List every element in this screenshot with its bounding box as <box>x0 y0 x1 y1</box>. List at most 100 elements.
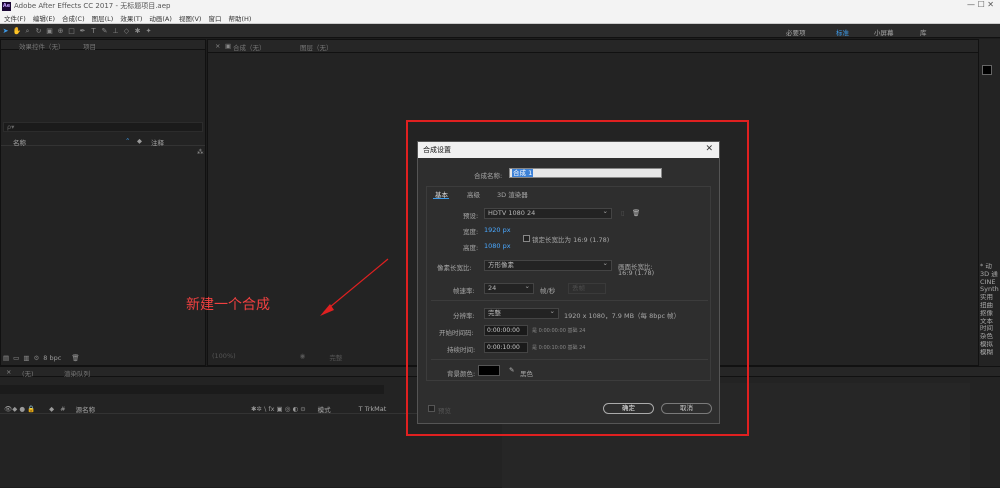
menu-edit[interactable]: 编辑(E) <box>33 13 55 23</box>
start-timecode-field[interactable]: 0:00:00:00 <box>484 325 528 336</box>
width-value[interactable]: 1920 px <box>484 226 511 234</box>
menu-composition[interactable]: 合成(C) <box>62 13 85 23</box>
bpc-label[interactable]: 8 bpc <box>43 354 61 362</box>
hand-tool-icon[interactable]: ✋ <box>13 27 22 35</box>
effect-category[interactable]: 实用 <box>980 294 1000 302</box>
tab-3d-renderer[interactable]: 3D 渲染器 <box>497 189 528 199</box>
menu-view[interactable]: 视图(V) <box>179 13 202 23</box>
project-tab[interactable]: 项目 <box>83 41 96 51</box>
column-name[interactable]: 名称 <box>13 137 26 147</box>
camera-tool-icon[interactable]: ▣ <box>46 27 54 35</box>
rotate-tool-icon[interactable]: ↻ <box>35 27 43 35</box>
menu-window[interactable]: 窗口 <box>208 13 221 23</box>
effect-category[interactable]: 模拟 <box>980 341 1000 349</box>
workspace-standard[interactable]: 标准 <box>836 27 849 37</box>
ok-button[interactable]: 确定 <box>603 403 654 414</box>
menu-file[interactable]: 文件(F) <box>4 13 26 23</box>
project-settings-icon[interactable]: ⚙ <box>33 354 39 362</box>
effect-category[interactable]: 3D 通 <box>980 271 1000 279</box>
resolution-dropdown[interactable]: 完整 <box>329 352 342 362</box>
flowchart-icon[interactable]: ⁂ <box>197 148 204 156</box>
label-icon: ◆ <box>49 404 55 413</box>
fps-unit: 帧/秒 <box>540 287 556 295</box>
effect-category[interactable]: 文本 <box>980 318 1000 326</box>
workspace-small-screen[interactable]: 小屏幕 <box>874 27 894 37</box>
effect-category[interactable]: Synth <box>980 286 1000 294</box>
lock-aspect-checkbox[interactable] <box>523 235 530 242</box>
roto-tool-icon[interactable]: ✱ <box>134 27 142 35</box>
menu-layer[interactable]: 图层(L) <box>92 13 114 23</box>
resolution-dropdown[interactable]: 完整 <box>484 307 559 319</box>
drop-frame-dropdown[interactable]: 丢帧 <box>568 283 606 294</box>
sort-arrow-icon[interactable]: ⌃ <box>125 137 130 145</box>
close-tab-icon[interactable]: × <box>6 368 11 376</box>
pen-tool-icon[interactable]: ✒ <box>79 27 87 35</box>
effect-category[interactable]: 杂色 <box>980 333 1000 341</box>
workspace-essentials[interactable]: 必要项 <box>786 27 806 37</box>
pan-behind-tool-icon[interactable]: ⊕ <box>57 27 65 35</box>
trkmat-column[interactable]: T TrkMat <box>359 405 387 413</box>
tab-advanced[interactable]: 高级 <box>467 189 480 199</box>
effect-category[interactable]: 扭曲 <box>980 302 1000 310</box>
eraser-tool-icon[interactable]: ◇ <box>123 27 131 35</box>
save-preset-icon[interactable]: ▯ <box>621 209 625 217</box>
comp-name-label: 合成名称: <box>474 172 503 180</box>
effect-category[interactable]: 抠像 <box>980 310 1000 318</box>
pixel-aspect-dropdown[interactable]: 方形像素 <box>484 259 612 271</box>
timeline-tab[interactable]: (无) <box>22 368 34 378</box>
workspace-library[interactable]: 库 <box>920 27 927 37</box>
magnification-dropdown[interactable]: (100%) <box>212 352 236 362</box>
preview-checkbox[interactable] <box>428 405 435 412</box>
project-search-input[interactable]: ρ▾ <box>7 123 14 131</box>
height-value[interactable]: 1080 px <box>484 242 511 250</box>
delete-preset-icon[interactable]: 🗑 <box>632 209 640 217</box>
new-folder-icon[interactable]: ▭ <box>13 354 19 362</box>
switches-icons[interactable]: ✱✲ \ fx ▣ ◎ ◐ ⊙ <box>251 405 306 413</box>
start-timecode-label: 开始时间码: <box>439 329 474 337</box>
comp-name-value[interactable]: 合成 1 <box>512 169 534 177</box>
lock-aspect-label: 锁定长宽比为 16:9 (1.78) <box>532 236 610 244</box>
new-comp-icon[interactable]: ▥ <box>23 354 29 362</box>
source-name-column[interactable]: 源名称 <box>76 404 96 414</box>
start-timecode-info: 是 0:00:00:00 基础 24 <box>532 328 586 334</box>
menu-animation[interactable]: 动画(A) <box>149 13 172 23</box>
duration-field[interactable]: 0:00:10:00 <box>484 342 528 353</box>
interpret-footage-icon[interactable]: ▤ <box>3 354 9 362</box>
title-bar: Ae Adobe After Effects CC 2017 - 无标题项目.a… <box>0 0 1000 12</box>
close-tab-icon[interactable]: × <box>215 42 220 50</box>
layer-switches-icons[interactable]: 👁◆ ● 🔒 <box>4 405 35 413</box>
frame-rate-dropdown[interactable]: 24 <box>484 282 534 294</box>
camera-snapshot-icon[interactable]: ◉ <box>300 352 306 362</box>
preset-dropdown[interactable]: HDTV 1080 24 <box>484 207 612 219</box>
comp-name-field[interactable]: 合成 1 <box>509 168 662 178</box>
selection-tool-icon[interactable]: ➤ <box>2 27 10 35</box>
composition-tab[interactable]: 合成（无） <box>233 42 266 52</box>
color-swatch[interactable] <box>982 65 992 75</box>
rectangle-tool-icon[interactable]: □ <box>68 27 76 35</box>
mode-column[interactable]: 模式 <box>318 404 331 414</box>
zoom-tool-icon[interactable]: ⌕ <box>24 27 32 35</box>
menu-help[interactable]: 帮助(H) <box>228 13 251 23</box>
puppet-tool-icon[interactable]: ✦ <box>145 27 153 35</box>
close-icon[interactable]: ✕ <box>705 144 713 154</box>
menu-effect[interactable]: 效果(T) <box>120 13 142 23</box>
effect-controls-tab[interactable]: 效果控件（无） <box>19 41 65 51</box>
cancel-button[interactable]: 取消 <box>661 403 712 414</box>
timecode-bar[interactable] <box>0 385 384 394</box>
eyedropper-icon[interactable]: ✎ <box>509 366 514 374</box>
clone-tool-icon[interactable]: ⊥ <box>112 27 120 35</box>
effect-category[interactable]: 时间 <box>980 325 1000 333</box>
annotation-arrow <box>320 258 389 316</box>
type-tool-icon[interactable]: T <box>90 27 98 35</box>
trash-icon[interactable]: 🗑 <box>71 354 79 362</box>
column-note[interactable]: 注释 <box>151 137 164 147</box>
layer-tab[interactable]: 图层（无） <box>300 42 333 52</box>
effect-category[interactable]: CINE <box>980 279 1000 287</box>
render-queue-tab[interactable]: 渲染队列 <box>64 368 90 378</box>
effect-category[interactable]: * 动 <box>980 263 1000 271</box>
effect-category[interactable]: 模糊 <box>980 349 1000 357</box>
background-color-swatch[interactable] <box>478 365 500 376</box>
tools-toolbar: ➤ ✋ ⌕ ↻ ▣ ⊕ □ ✒ T ✎ ⊥ ◇ ✱ ✦ 必要项 标准 小屏幕 库 <box>0 24 1000 38</box>
window-controls[interactable]: — ☐ ✕ <box>967 0 994 9</box>
brush-tool-icon[interactable]: ✎ <box>101 27 109 35</box>
